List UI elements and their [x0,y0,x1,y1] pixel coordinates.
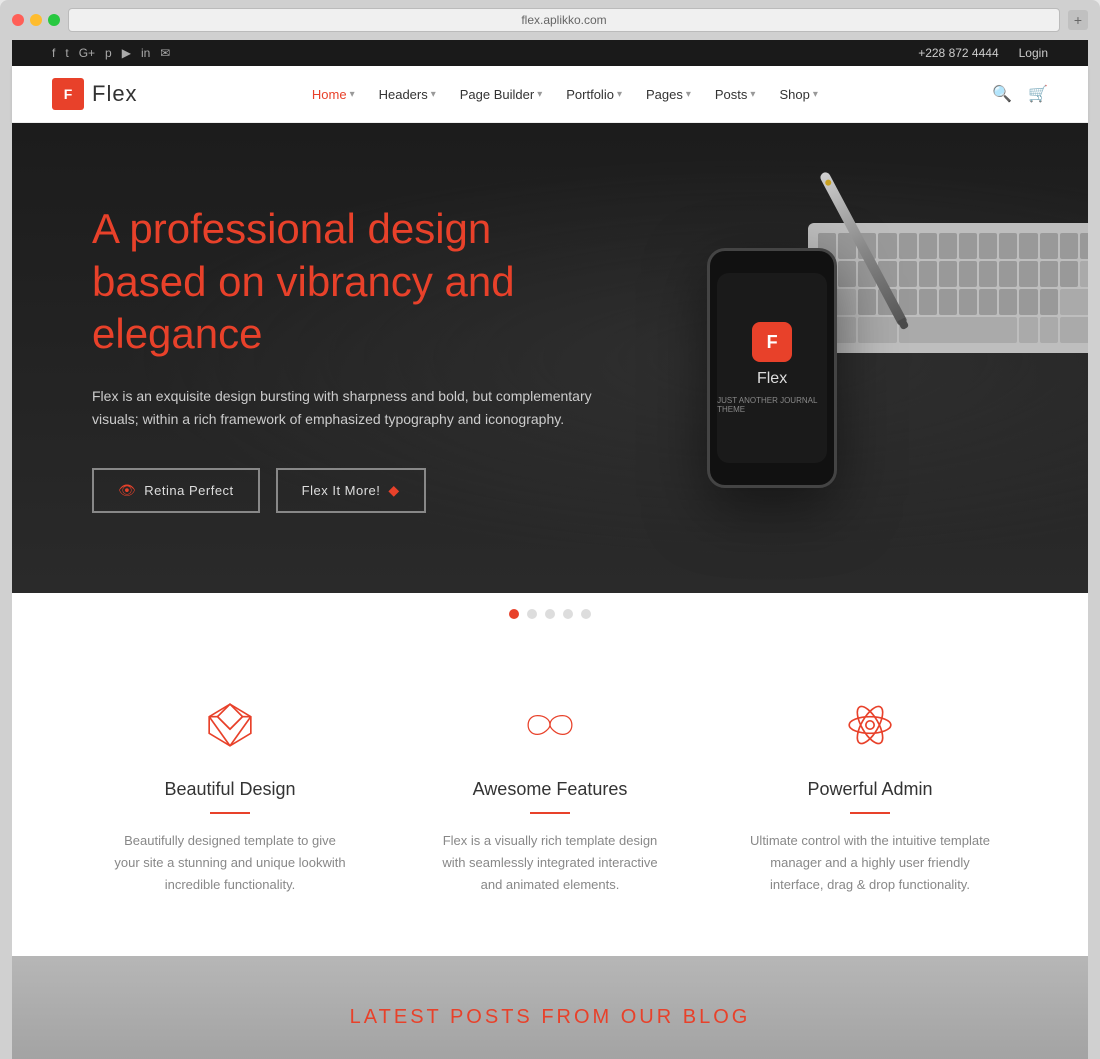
chevron-down-icon: ▾ [686,89,691,100]
slide-dot-2[interactable] [527,609,537,619]
minimize-button[interactable] [30,14,42,26]
address-bar[interactable]: flex.aplikko.com [68,8,1060,32]
feature-desc-1: Beautifully designed template to give yo… [110,830,350,896]
slide-dot-3[interactable] [545,609,555,619]
feature-title-3: Powerful Admin [750,779,990,800]
phone-number: +228 872 4444 [918,46,998,60]
nav-page-builder[interactable]: Page Builder ▾ [460,87,542,102]
retina-perfect-button[interactable]: 👁 Retina Perfect [92,468,260,513]
chevron-down-icon: ▾ [431,89,436,100]
login-link[interactable]: Login [1019,46,1048,60]
browser-toolbar: flex.aplikko.com + [12,8,1088,32]
blog-section: LATEST POSTS FROM OUR BLOG [12,956,1088,1059]
feature-underline-3 [850,812,890,814]
blog-post-text: FROM OUR BLOG [541,1006,750,1028]
diamond-icon: ◆ [388,482,399,499]
slide-dot-5[interactable] [581,609,591,619]
features-section: Beautiful Design Beautifully designed te… [12,635,1088,956]
twitter-icon[interactable]: t [65,46,68,60]
feature-desc-2: Flex is a visually rich template design … [430,830,670,896]
search-icon[interactable]: 🔍 [992,84,1012,104]
blog-pre-text: LATEST [350,1006,442,1028]
phone-logo-icon: F [752,322,792,362]
atom-feature-icon [840,695,900,755]
chevron-down-icon: ▾ [813,89,818,100]
blog-highlight: POSTS [450,1006,533,1028]
slide-dot-4[interactable] [563,609,573,619]
nav-icons: 🔍 🛒 [992,84,1048,104]
hero-buttons: 👁 Retina Perfect Flex It More! ◆ [92,468,612,513]
email-icon[interactable]: ✉ [160,46,170,60]
linkedin-icon[interactable]: in [141,46,150,60]
feature-awesome-features: Awesome Features Flex is a visually rich… [390,695,710,896]
nav-posts[interactable]: Posts ▾ [715,87,756,102]
chevron-down-icon: ▾ [750,89,755,100]
slide-dot-1[interactable] [509,609,519,619]
logo-icon: F [52,78,84,110]
nav-portfolio[interactable]: Portfolio ▾ [566,87,622,102]
hero-description: Flex is an exquisite design bursting wit… [92,385,612,433]
phone-logo-text: Flex [757,370,787,388]
close-button[interactable] [12,14,24,26]
chevron-down-icon: ▾ [617,89,622,100]
navbar: F Flex Home ▾ Headers ▾ Page Builder ▾ P… [12,66,1088,123]
maximize-button[interactable] [48,14,60,26]
phone-screen: F Flex JUST ANOTHER JOURNAL THEME [717,273,827,463]
browser-window: flex.aplikko.com + f t G+ p ▶ in ✉ +228 … [0,0,1100,1059]
youtube-icon[interactable]: ▶ [122,46,131,60]
facebook-icon[interactable]: f [52,46,55,60]
nav-home[interactable]: Home ▾ [312,87,355,102]
chevron-down-icon: ▾ [537,89,542,100]
infinity-feature-icon [520,695,580,755]
nav-shop[interactable]: Shop ▾ [779,87,817,102]
social-icons: f t G+ p ▶ in ✉ [52,46,170,60]
logo[interactable]: F Flex [52,78,138,110]
nav-links: Home ▾ Headers ▾ Page Builder ▾ Portfoli… [312,87,818,102]
eye-icon: 👁 [118,482,136,499]
feature-title-2: Awesome Features [430,779,670,800]
hero-title: A professional design based on vibrancy … [92,203,612,361]
nav-pages[interactable]: Pages ▾ [646,87,691,102]
hero-section: F Flex JUST ANOTHER JOURNAL THEME A prof… [12,123,1088,593]
phone-mockup: F Flex JUST ANOTHER JOURNAL THEME [707,248,837,488]
top-bar-right: +228 872 4444 Login [918,46,1048,60]
hero-content: A professional design based on vibrancy … [92,203,612,513]
flex-it-more-button[interactable]: Flex It More! ◆ [276,468,426,513]
googleplus-icon[interactable]: G+ [79,46,95,60]
feature-underline-2 [530,812,570,814]
laptop-keyboard [808,223,1088,353]
traffic-lights [12,14,60,26]
diamond-feature-icon [200,695,260,755]
cart-icon[interactable]: 🛒 [1028,84,1048,104]
new-tab-button[interactable]: + [1068,10,1088,30]
feature-desc-3: Ultimate control with the intuitive temp… [750,830,990,896]
browser-content: f t G+ p ▶ in ✉ +228 872 4444 Login F Fl… [12,40,1088,1059]
slider-dots [12,593,1088,635]
logo-text: Flex [92,81,138,107]
feature-beautiful-design: Beautiful Design Beautifully designed te… [70,695,390,896]
feature-powerful-admin: Powerful Admin Ultimate control with the… [710,695,1030,896]
feature-underline-1 [210,812,250,814]
pinterest-icon[interactable]: p [105,46,112,60]
phone-subtitle: JUST ANOTHER JOURNAL THEME [717,396,827,414]
blog-title: LATEST POSTS FROM OUR BLOG [52,1006,1048,1029]
nav-headers[interactable]: Headers ▾ [379,87,436,102]
top-bar: f t G+ p ▶ in ✉ +228 872 4444 Login [12,40,1088,66]
feature-title-1: Beautiful Design [110,779,350,800]
chevron-down-icon: ▾ [350,89,355,100]
